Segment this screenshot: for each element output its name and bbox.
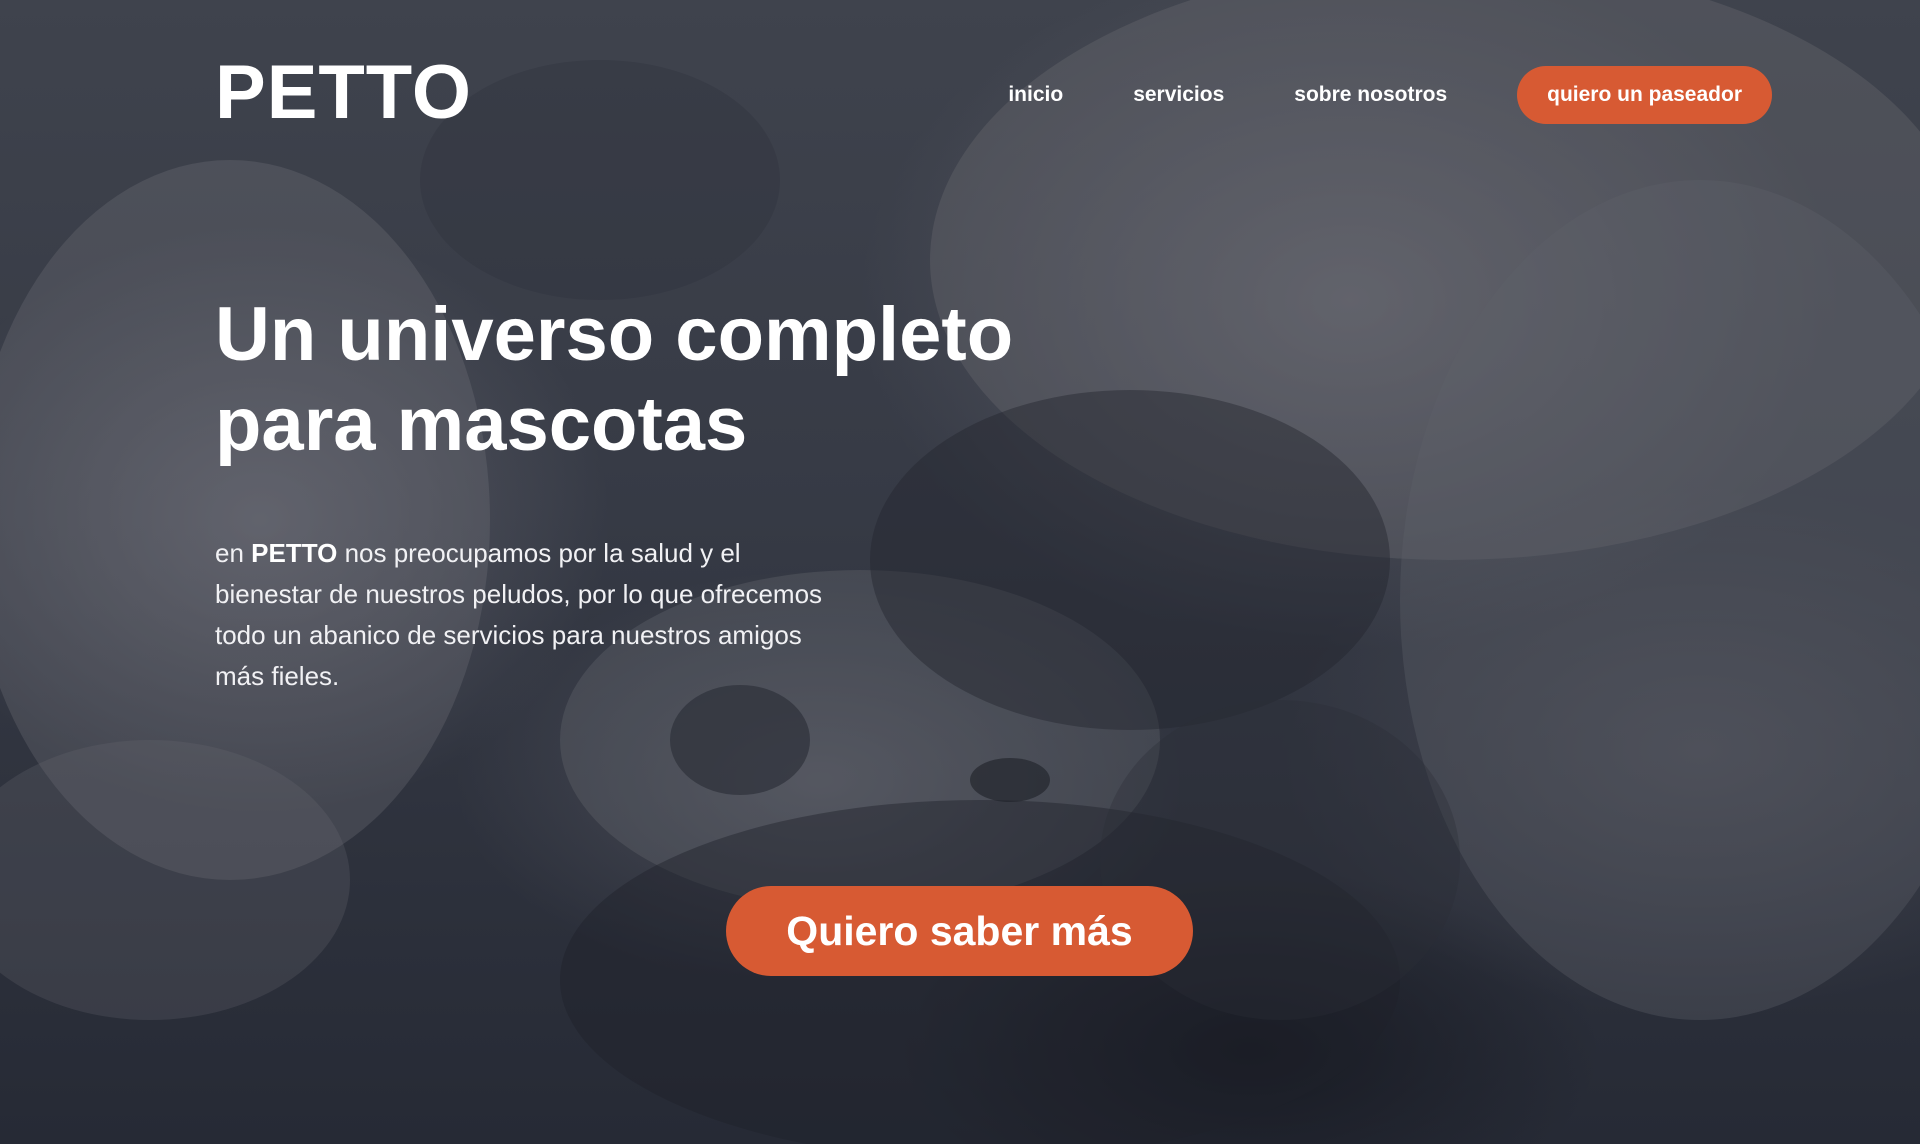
brand-logo[interactable]: PETTO [215,55,472,131]
hero-description-prefix: en [215,538,252,568]
main-navigation: inicio servicios sobre nosotros quiero u… [1008,66,1772,124]
hero-headline-line-2: para mascotas [215,382,748,467]
hero-section: PETTO inicio servicios sobre nosotros qu… [0,0,1920,1144]
nav-link-sobre-nosotros[interactable]: sobre nosotros [1294,83,1447,107]
hero-description-brand: PETTO [251,538,338,568]
hero-description: en PETTO nos preocupamos por la salud y … [215,533,835,697]
hero-headline-line-1: Un universo completo [215,292,1014,377]
walker-request-button[interactable]: quiero un paseador [1517,66,1772,124]
nav-link-servicios[interactable]: servicios [1133,83,1224,107]
learn-more-button[interactable]: Quiero saber más [726,886,1193,976]
nav-link-inicio[interactable]: inicio [1008,83,1063,107]
hero-headline: Un universo completo para mascotas [215,290,1115,470]
